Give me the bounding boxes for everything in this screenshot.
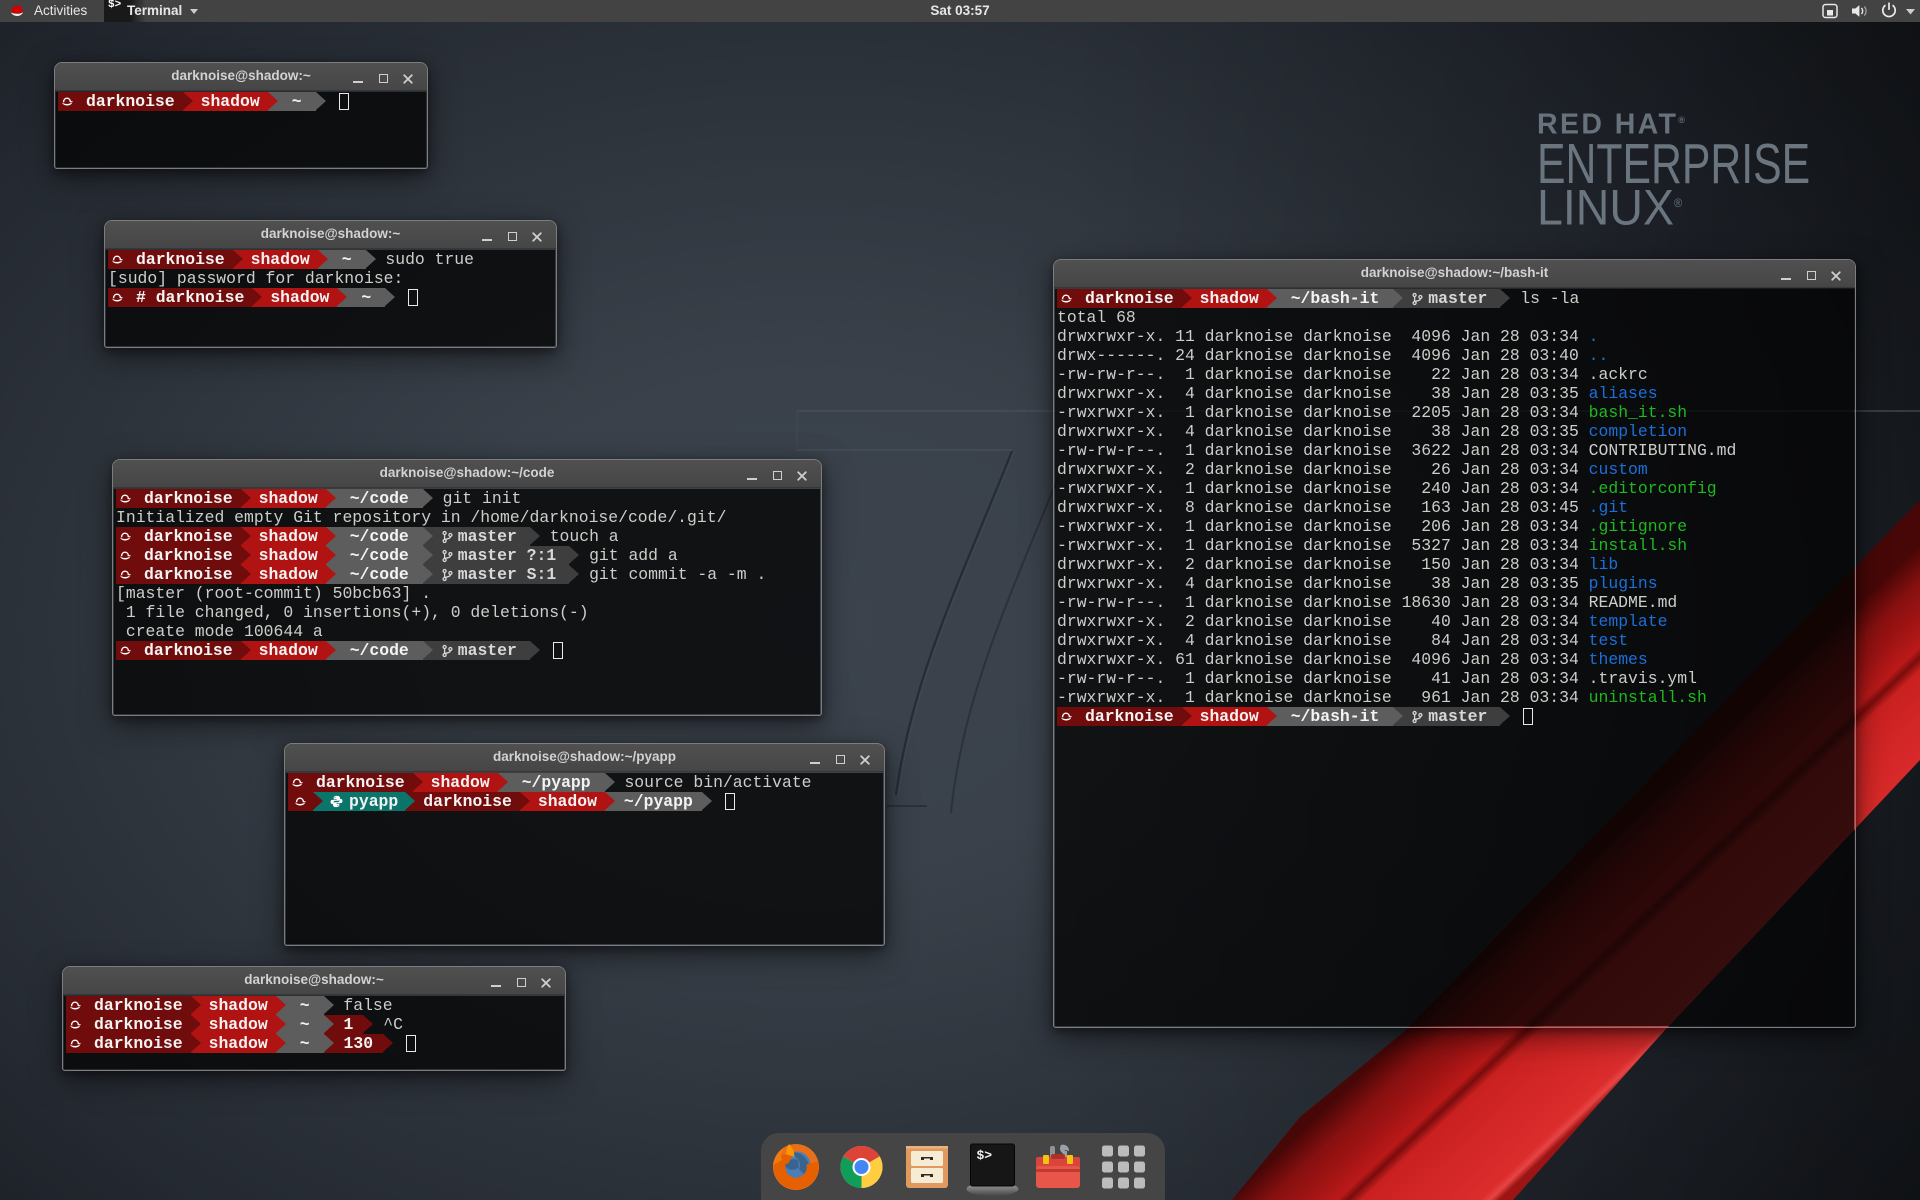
svg-text:$>: $> xyxy=(977,1148,993,1163)
